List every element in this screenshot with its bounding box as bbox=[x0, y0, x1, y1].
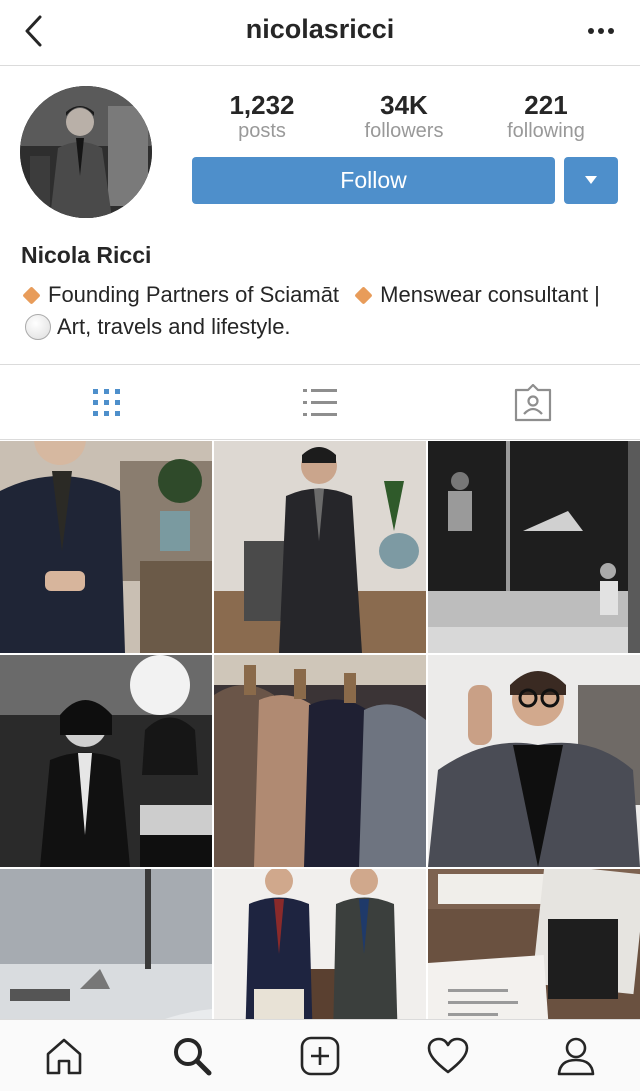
more-options-button[interactable] bbox=[586, 18, 616, 44]
photo-thumbnail bbox=[214, 869, 426, 1019]
photo-grid bbox=[0, 441, 640, 1019]
photo-two-men-in-suits[interactable] bbox=[214, 869, 426, 1019]
following-value: 221 bbox=[524, 90, 568, 120]
suggested-accounts-dropdown-button[interactable] bbox=[564, 157, 618, 204]
posts-label: posts bbox=[238, 120, 286, 142]
nav-profile[interactable] bbox=[512, 1020, 640, 1091]
photo-couple-at-event[interactable] bbox=[0, 655, 212, 867]
posts-count[interactable]: 1,232 posts bbox=[187, 90, 337, 142]
grid-icon bbox=[92, 389, 120, 416]
followers-count[interactable]: 34K followers bbox=[329, 90, 479, 142]
profile-view-tabs bbox=[0, 364, 640, 440]
list-icon bbox=[302, 389, 337, 416]
photo-man-in-dark-suit[interactable] bbox=[214, 441, 426, 653]
nav-search[interactable] bbox=[128, 1020, 256, 1091]
nav-home[interactable] bbox=[0, 1020, 128, 1091]
photo-thumbnail bbox=[214, 441, 426, 653]
heart-icon bbox=[427, 1037, 469, 1074]
bio-line-part2: Menswear consultant | bbox=[380, 282, 600, 307]
follow-button[interactable]: Follow bbox=[192, 157, 555, 204]
photo-jackets-on-hangers[interactable] bbox=[214, 655, 426, 867]
photo-man-in-navy-suit[interactable] bbox=[0, 441, 212, 653]
photo-thumbnail bbox=[0, 441, 212, 653]
photo-thumbnail bbox=[0, 869, 212, 1019]
tagged-person-icon bbox=[514, 384, 551, 422]
bio-line-part1: Founding Partners of Sciamāt bbox=[48, 282, 340, 307]
profile-username-title: nicolasricci bbox=[245, 14, 395, 44]
bottom-nav-bar bbox=[0, 1019, 640, 1091]
profile-avatar[interactable] bbox=[20, 86, 152, 218]
home-icon bbox=[46, 1038, 82, 1075]
chevron-down-icon bbox=[585, 176, 597, 184]
tab-tagged[interactable] bbox=[426, 365, 639, 441]
orange-diamond-icon bbox=[22, 286, 41, 305]
followers-label: followers bbox=[364, 120, 444, 142]
white-circle-icon bbox=[25, 313, 51, 340]
photo-airport-tarmac[interactable] bbox=[0, 869, 212, 1019]
photo-documents-on-desk[interactable] bbox=[428, 869, 640, 1019]
avatar-photo bbox=[20, 86, 152, 218]
nav-new-post[interactable] bbox=[256, 1020, 384, 1091]
photo-man-on-phone[interactable] bbox=[428, 655, 640, 867]
tab-grid-view[interactable] bbox=[0, 365, 213, 441]
profile-bio: Founding Partners of Sciamāt Menswear co… bbox=[21, 279, 621, 343]
bio-line-part3: Art, travels and lifestyle. bbox=[57, 314, 291, 339]
search-icon bbox=[174, 1038, 212, 1076]
photo-thumbnail bbox=[214, 655, 426, 867]
more-horizontal-icon bbox=[588, 28, 614, 34]
top-nav-bar: nicolasricci bbox=[0, 0, 640, 66]
photo-thumbnail bbox=[428, 655, 640, 867]
nav-activity[interactable] bbox=[384, 1020, 512, 1091]
following-count[interactable]: 221 following bbox=[471, 90, 621, 142]
orange-diamond-icon bbox=[354, 286, 373, 305]
photo-thumbnail bbox=[428, 441, 640, 653]
followers-value: 34K bbox=[380, 90, 428, 120]
posts-value: 1,232 bbox=[229, 90, 295, 120]
tab-list-view[interactable] bbox=[213, 365, 426, 441]
plus-square-icon bbox=[300, 1036, 340, 1076]
user-icon bbox=[557, 1037, 595, 1076]
profile-full-name: Nicola Ricci bbox=[21, 242, 152, 268]
photo-thumbnail bbox=[428, 869, 640, 1019]
following-label: following bbox=[507, 120, 585, 142]
photo-thumbnail bbox=[0, 655, 212, 867]
photo-gallery-window[interactable] bbox=[428, 441, 640, 653]
